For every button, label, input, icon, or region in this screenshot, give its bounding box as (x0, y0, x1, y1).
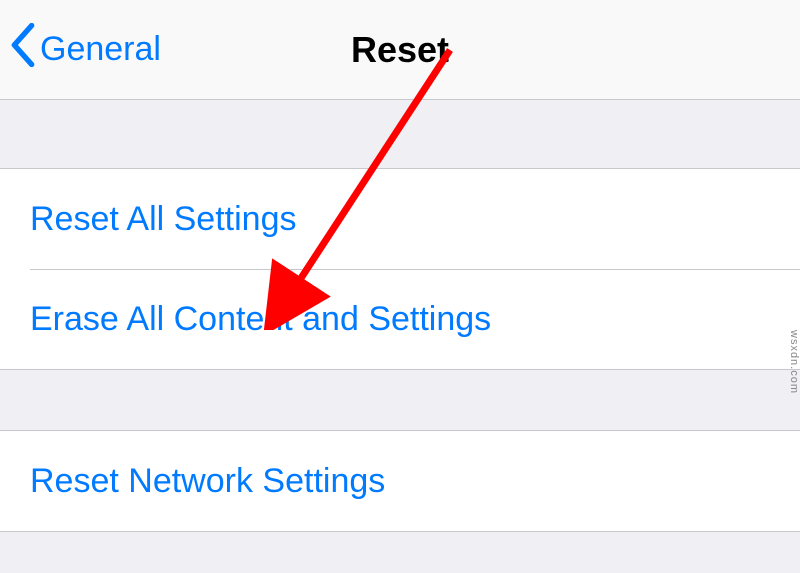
back-label: General (40, 30, 161, 69)
reset-all-settings-row[interactable]: Reset All Settings (0, 169, 800, 269)
chevron-left-icon (10, 23, 40, 76)
reset-network-settings-row[interactable]: Reset Network Settings (0, 431, 800, 531)
erase-all-content-row[interactable]: Erase All Content and Settings (30, 269, 800, 369)
row-label: Erase All Content and Settings (30, 300, 491, 339)
section-spacer (0, 100, 800, 168)
row-label: Reset Network Settings (30, 462, 385, 501)
row-label: Reset All Settings (30, 200, 296, 239)
settings-group-2: Reset Network Settings (0, 430, 800, 532)
settings-group-1: Reset All Settings Erase All Content and… (0, 168, 800, 370)
back-button[interactable]: General (10, 23, 161, 76)
navbar: General Reset (0, 0, 800, 100)
page-title: Reset (351, 29, 449, 71)
section-spacer (0, 370, 800, 430)
watermark: wsxdn.com (788, 330, 800, 394)
